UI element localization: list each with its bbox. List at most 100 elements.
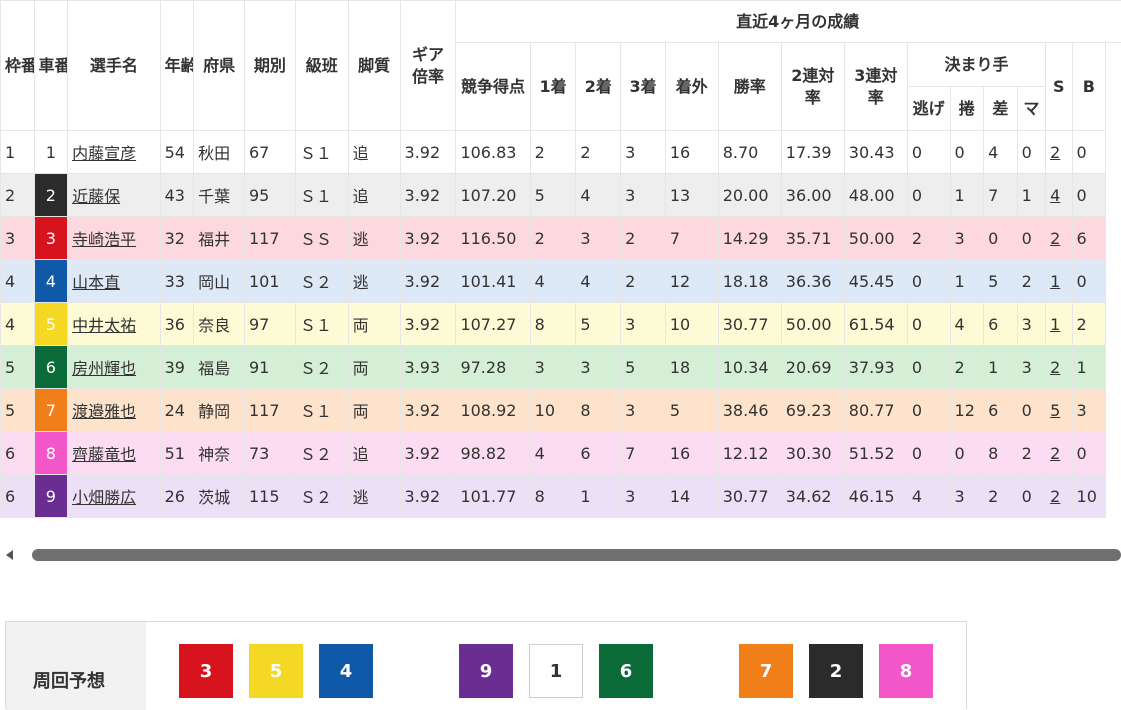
cell-class: Ｓ１	[295, 303, 348, 346]
cell-third: 7	[621, 432, 666, 475]
racer-name-link[interactable]: 寺崎浩平	[72, 230, 136, 249]
s-count-link[interactable]: 2	[1050, 444, 1060, 463]
cell-win: 12.12	[718, 432, 781, 475]
s-count-link[interactable]: 5	[1050, 401, 1060, 420]
cell-b: 2	[1072, 303, 1106, 346]
cell-term: 91	[244, 346, 295, 389]
cell-s: 1	[1046, 303, 1072, 346]
cell-score: 97.28	[456, 346, 530, 389]
cell-s: 2	[1046, 217, 1072, 260]
racer-name-link[interactable]: 内藤宣彦	[72, 144, 136, 163]
s-count-link[interactable]: 2	[1050, 358, 1060, 377]
cell-waku: 6	[1, 475, 35, 518]
cell-third: 3	[621, 389, 666, 432]
s-count-link[interactable]: 1	[1050, 315, 1060, 334]
cell-leg: 追	[348, 174, 400, 217]
cell-name: 山本直	[68, 260, 161, 303]
s-count-link[interactable]: 2	[1050, 229, 1060, 248]
cell-b: 0	[1072, 432, 1106, 475]
cell-waku: 5	[1, 389, 35, 432]
cell-win: 30.77	[718, 303, 781, 346]
table-row: 57渡邉雅也24静岡117Ｓ１両3.92108.921083538.4669.2…	[1, 389, 1121, 432]
header-sashi: 差	[984, 87, 1018, 131]
cell-name: 中井太祐	[68, 303, 161, 346]
cell-mark: 0	[1017, 131, 1045, 174]
cell-first: 2	[530, 217, 576, 260]
header-win: 勝率	[718, 43, 781, 131]
cell-b: 10	[1072, 475, 1106, 518]
cell-mark: 3	[1017, 303, 1045, 346]
s-count-link[interactable]: 4	[1050, 186, 1060, 205]
cell-second: 6	[576, 432, 621, 475]
cell-b: 0	[1072, 260, 1106, 303]
cell-rate3: 80.77	[844, 389, 907, 432]
cell-term: 117	[244, 217, 295, 260]
scroll-left-arrow-icon[interactable]	[6, 550, 13, 560]
cell-win: 38.46	[718, 389, 781, 432]
header-name: 選手名	[68, 1, 161, 131]
cell-s: 2	[1046, 432, 1072, 475]
header-score: 競争得点	[456, 43, 530, 131]
racer-name-link[interactable]: 小畑勝広	[72, 488, 136, 507]
header-term: 期別	[244, 1, 295, 131]
cell-b: 0	[1072, 174, 1106, 217]
header-rate2: 2連対率	[781, 43, 844, 131]
cell-class: Ｓ２	[295, 260, 348, 303]
cell-class: Ｓ１	[295, 389, 348, 432]
cell-second: 8	[576, 389, 621, 432]
cell-pref: 静岡	[194, 389, 245, 432]
header-class: 級班	[295, 1, 348, 131]
header-makuri: 捲	[950, 87, 984, 131]
header-third: 3着	[621, 43, 666, 131]
cell-sashi: 6	[984, 389, 1018, 432]
s-count-link[interactable]: 2	[1050, 487, 1060, 506]
cell-win: 30.77	[718, 475, 781, 518]
cell-nige: 0	[907, 131, 950, 174]
cell-pref: 福井	[194, 217, 245, 260]
cell-rate3: 45.45	[844, 260, 907, 303]
cell-class: Ｓ２	[295, 346, 348, 389]
cell-nige: 4	[907, 475, 950, 518]
header-leg: 脚質	[348, 1, 400, 131]
scroll-thumb[interactable]	[32, 549, 1121, 561]
cell-car: 1	[34, 131, 68, 174]
cell-b: 1	[1072, 346, 1106, 389]
cell-score: 107.20	[456, 174, 530, 217]
cell-leg: 追	[348, 131, 400, 174]
cell-nige: 0	[907, 346, 950, 389]
cell-age: 26	[160, 475, 194, 518]
cell-car: 8	[34, 432, 68, 475]
cell-rate2: 34.62	[781, 475, 844, 518]
cell-nige: 0	[907, 389, 950, 432]
cell-leg: 逃	[348, 475, 400, 518]
cell-makuri: 0	[950, 432, 984, 475]
cell-rate3: 46.15	[844, 475, 907, 518]
s-count-link[interactable]: 1	[1050, 272, 1060, 291]
cell-s: 1	[1046, 260, 1072, 303]
cell-nige: 0	[907, 303, 950, 346]
racer-name-link[interactable]: 中井太祐	[72, 316, 136, 335]
cell-rate2: 30.30	[781, 432, 844, 475]
cell-sashi: 2	[984, 475, 1018, 518]
horizontal-scrollbar[interactable]	[6, 547, 1121, 563]
racer-name-link[interactable]: 房州輝也	[72, 359, 136, 378]
cell-pref: 秋田	[194, 131, 245, 174]
header-car: 車番	[34, 1, 68, 131]
cell-nige: 0	[907, 260, 950, 303]
cell-nige: 0	[907, 432, 950, 475]
s-count-link[interactable]: 2	[1050, 143, 1060, 162]
cell-car: 3	[34, 217, 68, 260]
cell-leg: 追	[348, 432, 400, 475]
racer-name-link[interactable]: 渡邉雅也	[72, 402, 136, 421]
cell-rate3: 51.52	[844, 432, 907, 475]
cell-pref: 神奈	[194, 432, 245, 475]
cell-rate2: 36.00	[781, 174, 844, 217]
racer-name-link[interactable]: 近藤保	[72, 187, 120, 206]
cell-age: 39	[160, 346, 194, 389]
cell-score: 98.82	[456, 432, 530, 475]
cell-car: 2	[34, 174, 68, 217]
racer-name-link[interactable]: 山本直	[72, 273, 120, 292]
cell-makuri: 1	[950, 260, 984, 303]
cell-outside: 16	[665, 131, 718, 174]
racer-name-link[interactable]: 齊藤竜也	[72, 445, 136, 464]
